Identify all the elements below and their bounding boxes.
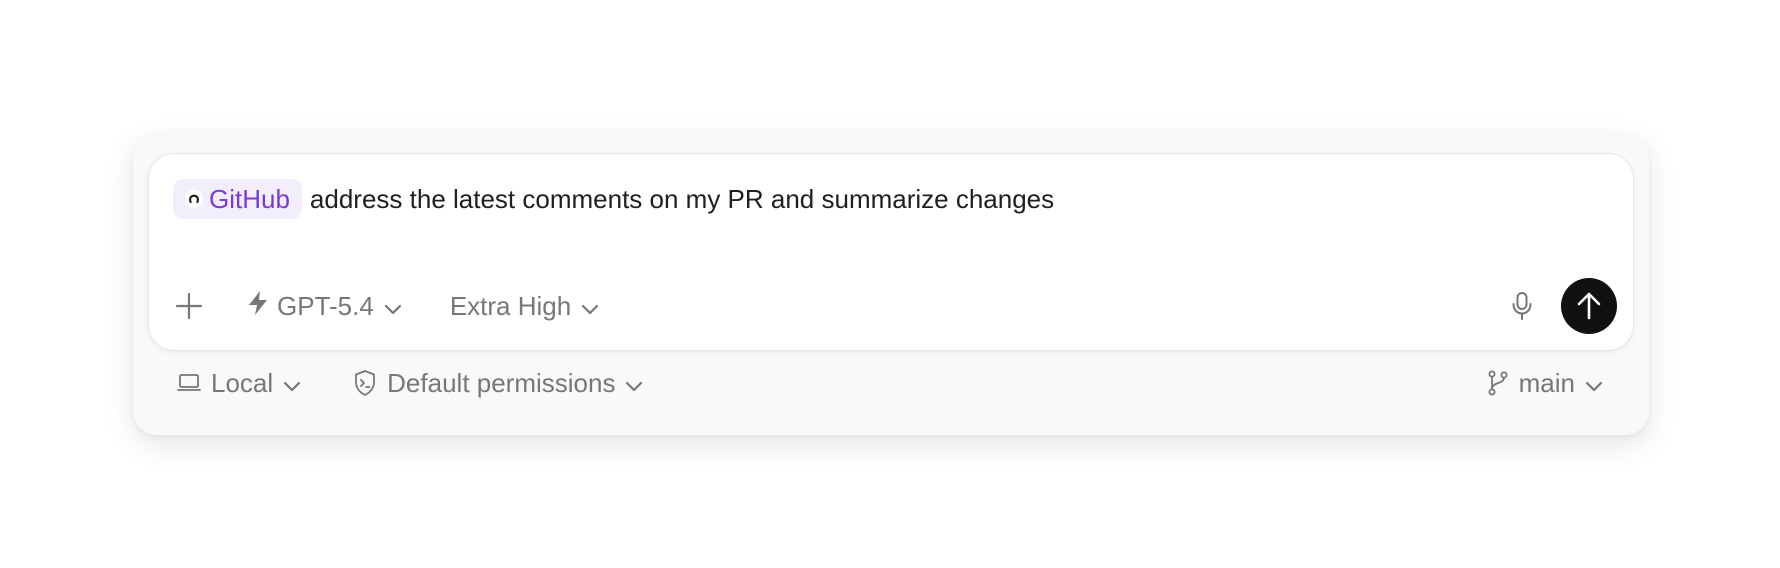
send-button[interactable] xyxy=(1561,278,1617,334)
microphone-icon xyxy=(1512,292,1532,320)
environment-label: Local xyxy=(211,367,274,398)
permissions-selector[interactable]: Default permissions xyxy=(353,368,643,399)
add-button[interactable] xyxy=(173,290,205,322)
microphone-button[interactable] xyxy=(1511,291,1533,321)
chevron-down-icon xyxy=(1585,368,1603,399)
composer-toolbar: GPT-5.4 Extra High xyxy=(173,278,1617,334)
chevron-down-icon xyxy=(283,368,301,399)
arrow-up-icon xyxy=(1577,292,1601,320)
chevron-down-icon xyxy=(625,368,643,399)
prompt-input[interactable]: GitHub address the latest comments on my… xyxy=(173,179,1054,219)
laptop-icon xyxy=(177,372,201,394)
chevron-down-icon xyxy=(384,291,402,322)
environment-selector[interactable]: Local xyxy=(177,368,301,399)
bolt-icon xyxy=(247,290,269,323)
prompt-text: address the latest comments on my PR and… xyxy=(309,183,1055,214)
git-branch-icon xyxy=(1487,370,1509,396)
plus-icon xyxy=(175,292,203,320)
effort-selector[interactable]: Extra High xyxy=(450,291,599,322)
prompt-composer[interactable]: GitHub address the latest comments on my… xyxy=(148,153,1634,351)
branch-selector[interactable]: main xyxy=(1487,368,1603,399)
effort-label: Extra High xyxy=(449,290,572,321)
chevron-down-icon xyxy=(581,291,599,322)
shield-terminal-icon xyxy=(353,369,377,397)
model-selector[interactable]: GPT-5.4 xyxy=(247,290,402,323)
github-icon xyxy=(185,190,203,208)
composer-panel: GitHub address the latest comments on my… xyxy=(133,133,1649,435)
model-label: GPT-5.4 xyxy=(277,290,374,321)
permissions-label: Default permissions xyxy=(387,367,616,398)
github-mention-chip[interactable]: GitHub xyxy=(173,179,302,219)
branch-label: main xyxy=(1518,367,1575,398)
mention-label: GitHub xyxy=(209,183,290,214)
composer-footer: Local Default permissions main xyxy=(177,363,1603,403)
